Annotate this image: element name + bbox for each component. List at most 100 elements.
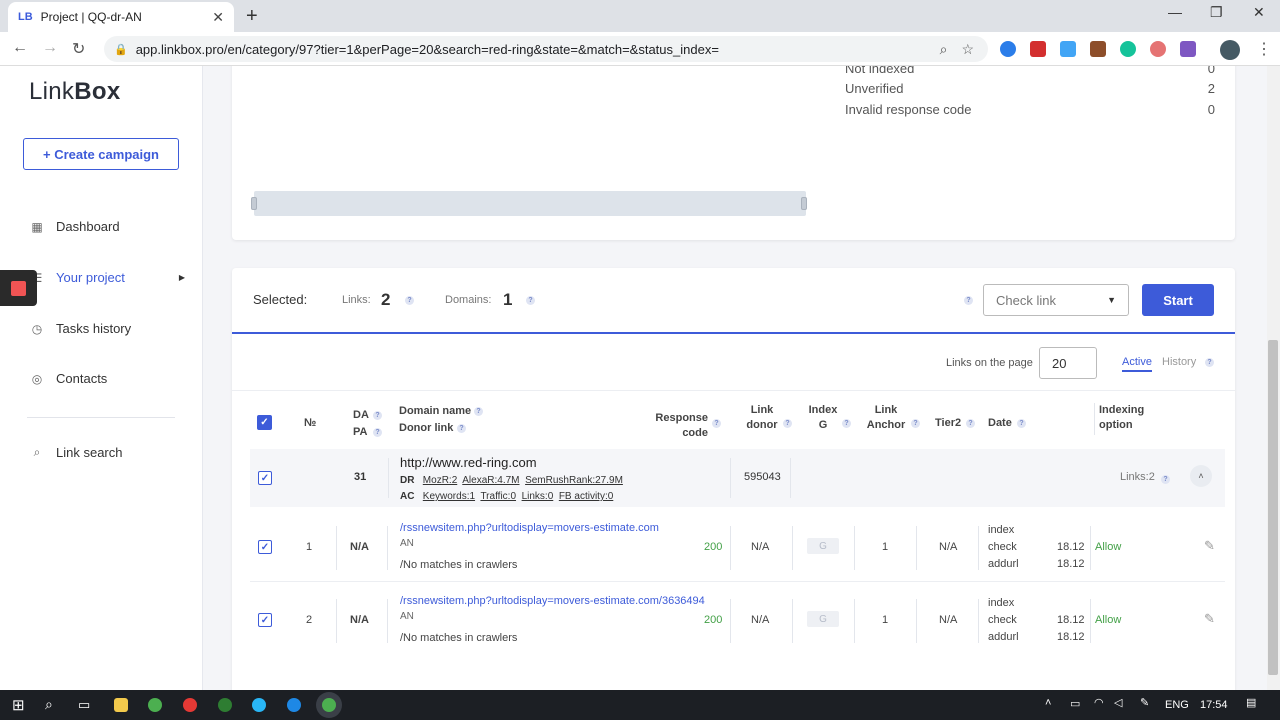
row-divider [250,581,1225,582]
row-checkbox[interactable]: ✓ [258,540,272,554]
extension-icon[interactable] [1180,41,1196,57]
skype-icon[interactable] [287,698,301,712]
group-metrics-dr: DR MozR:2 AlexaR:4.7M SemRushRank:27.9M [400,475,623,486]
browser-tab[interactable]: LB Project | QQ-dr-AN ✕ [8,2,234,32]
task-view-icon[interactable]: ▭ [78,697,90,713]
profile-avatar[interactable] [1220,40,1240,60]
back-icon[interactable]: ← [12,39,28,57]
close-window-icon[interactable]: ✕ [1253,4,1265,21]
app-icon[interactable] [218,698,232,712]
extension-icon[interactable] [1090,41,1106,57]
indexing-option[interactable]: Allow [1095,614,1121,626]
donor-link[interactable]: /rssnewsitem.php?urltodisplay=movers-est… [400,595,705,607]
tray-chevron-icon[interactable]: ˄ [1045,697,1051,709]
help-icon[interactable]: ? [712,419,721,428]
edit-icon[interactable]: ✎ [1204,538,1215,554]
help-icon[interactable]: ? [842,419,851,428]
minimize-icon[interactable]: — [1168,4,1182,20]
tab-active[interactable]: Active [1122,356,1152,372]
pen-icon[interactable]: ✎ [1140,696,1149,709]
date-addurl-value: 18.12 [1057,631,1085,643]
sidebar-item-dashboard[interactable]: ▦ Dashboard [30,219,185,234]
clock-icon: ◷ [31,321,43,336]
help-icon[interactable]: ? [373,428,382,437]
sidebar-item-link-search[interactable]: ⌕ Link search [30,445,185,460]
chevron-up-icon[interactable]: ˄ [1190,465,1212,487]
forward-icon[interactable]: → [42,39,58,57]
group-domain[interactable]: http://www.red-ring.com [400,455,537,470]
per-page-input[interactable]: 20 [1039,347,1097,379]
donor-link[interactable]: /rssnewsitem.php?urltodisplay=movers-est… [400,522,659,534]
help-icon[interactable]: ? [1017,419,1026,428]
tab-history[interactable]: History [1162,356,1196,368]
group-links-count: Links:2 [1120,471,1155,483]
address-bar[interactable]: 🔒 app.linkbox.pro/en/category/97?tier=1&… [104,36,988,62]
extension-icon[interactable] [1060,41,1076,57]
floating-record-button[interactable] [0,270,37,306]
browser-menu-icon[interactable]: ⋮ [1256,39,1272,59]
tier2-value: N/A [939,614,958,626]
help-icon[interactable]: ? [964,296,973,305]
create-campaign-button[interactable]: + Create campaign [23,138,179,170]
help-icon[interactable]: ? [457,424,466,433]
new-tab-icon[interactable]: + [246,5,258,28]
domain-group-row[interactable]: ✓ 31 http://www.red-ring.com DR MozR:2 A… [250,449,1225,507]
indexing-option[interactable]: Allow [1095,541,1121,553]
select-all-checkbox[interactable]: ✓ [257,415,272,430]
help-icon[interactable]: ? [405,296,414,305]
chrome-active-icon[interactable] [322,698,336,712]
linkbox-favicon-icon: LB [18,11,33,23]
row-checkbox[interactable]: ✓ [258,613,272,627]
clock[interactable]: 17:54 [1200,699,1228,711]
extension-icon[interactable] [1120,41,1136,57]
opera-icon[interactable] [183,698,197,712]
help-icon[interactable]: ? [1161,475,1170,484]
extension-icon[interactable] [1030,41,1046,57]
help-icon[interactable]: ? [373,411,382,420]
chrome-icon[interactable] [148,698,162,712]
telegram-icon[interactable] [252,698,266,712]
reload-icon[interactable]: ↻ [72,39,85,59]
help-icon[interactable]: ? [966,419,975,428]
group-checkbox[interactable]: ✓ [258,471,272,485]
dashboard-icon: ▦ [31,219,43,234]
column-divider [730,599,731,643]
zoom-icon[interactable]: ⌕ [940,41,948,58]
wifi-icon[interactable]: ◠ [1094,696,1104,709]
help-icon[interactable]: ? [911,419,920,428]
range-slider[interactable] [254,191,806,216]
help-icon[interactable]: ? [1205,358,1214,367]
lock-icon: 🔒 [114,43,128,56]
volume-icon[interactable]: ◁ [1114,696,1122,709]
slider-handle-left[interactable] [251,197,257,210]
extension-icon[interactable] [1150,41,1166,57]
file-explorer-icon[interactable] [114,698,128,712]
sidebar-item-tasks-history[interactable]: ◷ Tasks history [30,321,185,336]
search-icon[interactable]: ⌕ [45,696,53,713]
links-label: Links: [342,294,371,306]
maximize-icon[interactable]: ❐ [1210,4,1223,21]
close-tab-icon[interactable]: ✕ [212,9,224,26]
linkbox-logo[interactable]: LinkBox [29,78,120,106]
stat-row: Unverified 2 [845,81,1215,96]
help-icon[interactable]: ? [474,407,483,416]
help-icon[interactable]: ? [526,296,535,305]
extension-icon[interactable] [1000,41,1016,57]
column-divider [388,458,389,498]
check-link-select[interactable]: Check link ▼ [983,284,1129,316]
edit-icon[interactable]: ✎ [1204,611,1215,627]
scrollbar-thumb[interactable] [1268,340,1278,675]
language-indicator[interactable]: ENG [1165,699,1189,711]
windows-start-icon[interactable]: ⊞ [12,696,25,714]
response-code: 200 [704,541,723,553]
slider-handle-right[interactable] [801,197,807,210]
bookmark-star-icon[interactable]: ☆ [961,41,974,58]
sidebar-item-your-project[interactable]: ☰ Your project ▶ [30,270,185,285]
col-num: № [304,417,317,429]
help-icon[interactable]: ? [783,419,792,428]
sidebar-item-contacts[interactable]: ◎ Contacts [30,371,185,386]
start-button[interactable]: Start [1142,284,1214,316]
notifications-icon[interactable]: ▤ [1246,696,1256,709]
battery-icon[interactable]: ▭ [1070,697,1080,710]
column-divider [730,458,731,498]
